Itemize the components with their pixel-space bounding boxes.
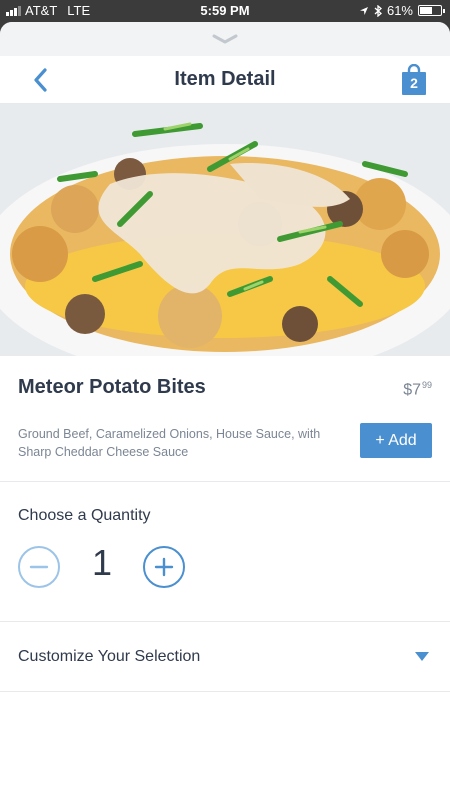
cart-count-badge: 2	[410, 75, 418, 91]
sheet-dismiss-handle[interactable]	[0, 22, 450, 56]
customize-selection-row[interactable]: Customize Your Selection	[0, 622, 450, 692]
item-name: Meteor Potato Bites	[18, 376, 206, 398]
quantity-title: Choose a Quantity	[18, 507, 151, 524]
minus-circle-icon[interactable]	[29, 557, 49, 577]
food-photo	[0, 104, 450, 356]
decrease-quantity-button[interactable]	[18, 546, 60, 588]
battery-percent: 61%	[386, 3, 413, 18]
item-description-row: Ground Beef, Caramelized Onions, House S…	[0, 418, 450, 482]
navigation-bar: Item Detail 2	[0, 56, 450, 104]
status-right: 61%	[359, 3, 445, 18]
price-dollars: $7	[403, 381, 421, 399]
item-description: Ground Beef, Caramelized Onions, House S…	[18, 427, 321, 459]
customize-label: Customize Your Selection	[18, 648, 201, 665]
battery-level	[420, 7, 432, 14]
item-detail-sheet: Item Detail 2 Meteor Potato Bites $799 G…	[0, 22, 450, 800]
status-bar: AT&T LTE 5:59 PM 61%	[0, 0, 450, 22]
item-header: Meteor Potato Bites $799	[0, 356, 450, 418]
chevron-down-icon[interactable]	[212, 34, 238, 44]
quantity-section: Choose a Quantity 1	[0, 482, 450, 622]
page-title: Item Detail	[174, 68, 276, 90]
quantity-value: 1	[91, 542, 113, 583]
battery-icon	[418, 5, 445, 16]
caret-down-icon[interactable]	[415, 652, 429, 661]
item-price: $799	[403, 380, 432, 399]
location-arrow-icon	[359, 6, 368, 15]
price-cents: 99	[421, 380, 432, 390]
increase-quantity-button[interactable]	[143, 546, 185, 588]
plus-circle-icon[interactable]	[154, 557, 174, 577]
add-button[interactable]: + Add	[360, 423, 432, 458]
bluetooth-icon	[374, 4, 382, 17]
cart-button[interactable]: 2	[400, 63, 428, 96]
